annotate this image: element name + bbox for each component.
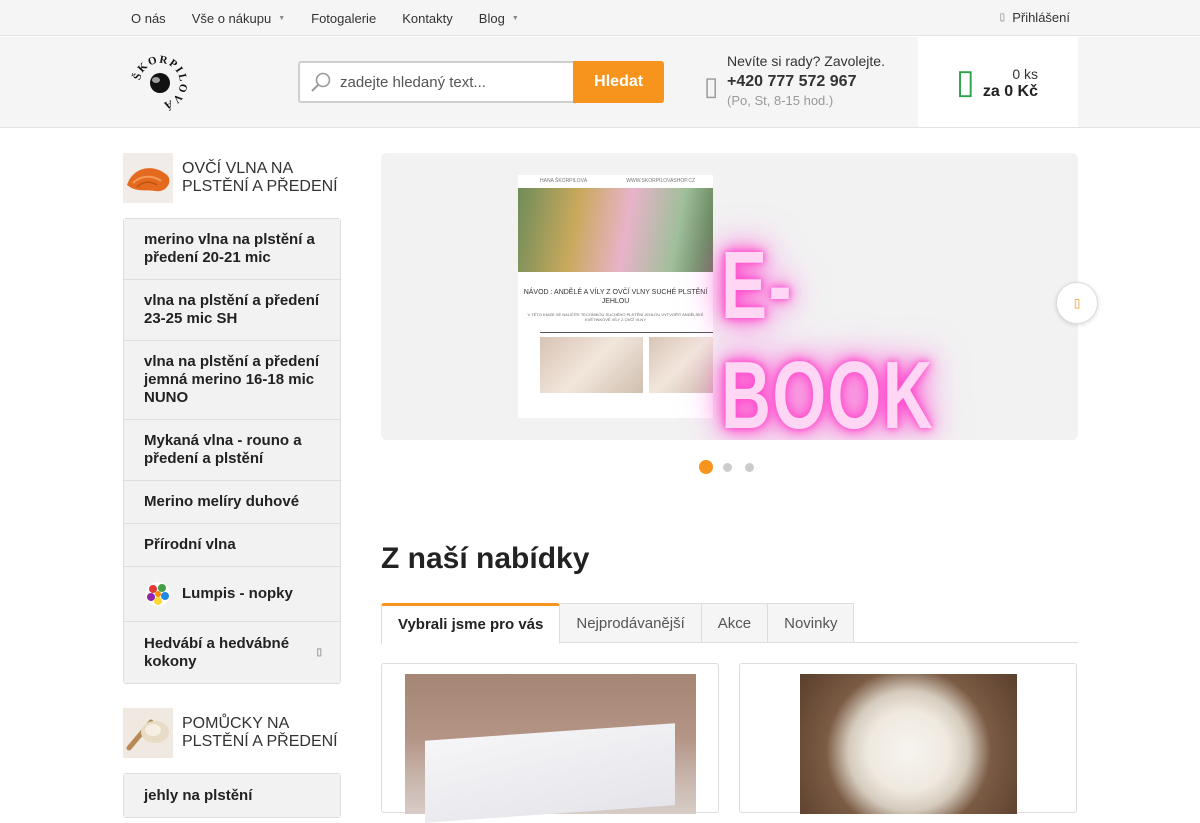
chevron-down-icon: ▼ xyxy=(278,14,286,22)
category-thumbnail xyxy=(123,708,173,758)
product-card[interactable] xyxy=(381,663,719,814)
nav-item-o-nas[interactable]: O nás xyxy=(118,11,179,26)
ebook-cover-header: HANA ŠKORPILOVÁ WWW.SKORPILOVASHOP.CZ xyxy=(518,175,713,186)
tab-nejprodavanejsi[interactable]: Nejprodávanější xyxy=(560,603,702,643)
header: ŠKORPILOVÁ Hledat ▯ Nevíte si rady? Zavo… xyxy=(0,37,1200,128)
nav-item-blog[interactable]: Blog ▼ xyxy=(466,11,532,26)
section-title: Z naší nabídky xyxy=(381,542,590,575)
nav-item-label: Fotogalerie xyxy=(311,10,377,26)
cart-icon: ▯ xyxy=(956,63,975,101)
category-item[interactable]: vlna na plstění a předení jemná merino 1… xyxy=(124,341,340,420)
category-item[interactable]: jehly na plstění xyxy=(124,774,340,817)
search-input[interactable] xyxy=(340,73,560,91)
cart-button[interactable]: ▯ 0 ks za 0 Kč xyxy=(918,37,1078,127)
chevron-right-icon[interactable]: ▯ xyxy=(316,644,322,662)
banner-headline: E-BOOK xyxy=(721,232,935,440)
product-image[interactable] xyxy=(800,674,1017,814)
ebook-cover-photo xyxy=(518,188,713,272)
phone-question: Nevíte si rady? Zavolejte. xyxy=(727,53,885,69)
ebook-cover-subtitle: V TÉTO KNIZE SE NAUČÍTE TECHNIKOU SUCHÉH… xyxy=(527,312,704,322)
nav-item-label: Vše o nákupu xyxy=(191,10,272,26)
category-heading-wool[interactable]: OVČÍ VLNA NA PLSTĚNÍ A PŘEDENÍ xyxy=(123,153,341,203)
nav-item-vse-o-nakupu[interactable]: Vše o nákupu ▼ xyxy=(179,11,298,26)
nav-item-label: Kontakty xyxy=(402,10,453,26)
category-item-label: vlna na plstění a předení 23-25 mic SH xyxy=(144,292,320,327)
category-item[interactable]: Merino melíry duhové xyxy=(124,481,340,524)
slider-next-button[interactable]: ▯ xyxy=(1056,282,1098,324)
category-item-label: merino vlna na plstění a předení 20-21 m… xyxy=(144,231,315,266)
search-form: Hledat xyxy=(298,61,664,103)
nav-item-kontakty[interactable]: Kontakty xyxy=(389,11,466,26)
search-icon xyxy=(311,72,331,92)
slider-dot[interactable] xyxy=(699,460,713,474)
phone-number[interactable]: +420 777 572 967 xyxy=(727,73,885,91)
ebook-cover-title: NÁVOD : ANDĚLÉ A VÍLY Z OVČÍ VLNY SUCHÉ … xyxy=(523,289,708,305)
category-item-label: Lumpis - nopky xyxy=(182,585,293,602)
cart-count: 0 ks xyxy=(1012,66,1038,82)
search-box xyxy=(298,61,574,103)
tab-akce[interactable]: Akce xyxy=(701,603,769,643)
category-item-label: Hedvábí a hedvábné kokony xyxy=(144,634,290,670)
phone-hours: (Po, St, 8-15 hod.) xyxy=(727,93,834,108)
login-link[interactable]: ▯ Přihlášení xyxy=(1000,0,1070,34)
category-item-label: Mykaná vlna - rouno a předení a plstění xyxy=(144,432,302,467)
category-list-tools: jehly na plstění xyxy=(123,773,341,818)
cart-total: za 0 Kč xyxy=(982,83,1038,100)
search-button[interactable]: Hledat xyxy=(573,61,664,103)
ebook-cover: HANA ŠKORPILOVÁ WWW.SKORPILOVASHOP.CZ NÁ… xyxy=(518,175,713,418)
product-card[interactable] xyxy=(739,663,1077,814)
slider-dot[interactable] xyxy=(723,462,732,472)
slider-dot[interactable] xyxy=(745,462,754,472)
nav-item-label: O nás xyxy=(131,10,166,26)
phone-icon: ▯ xyxy=(704,71,719,101)
category-item-label: jehly na plstění xyxy=(144,786,253,804)
ebook-cover-url: WWW.SKORPILOVASHOP.CZ xyxy=(626,178,695,184)
offers-tabs: Vybrali jsme pro vás Nejprodávanější Akc… xyxy=(381,603,1078,644)
top-bar: O nás Vše o nákupu ▼ Fotogalerie Kontakty… xyxy=(0,0,1200,36)
category-item[interactable]: Lumpis - nopky xyxy=(124,567,340,622)
category-heading-tools[interactable]: POMŮCKY NA PLSTĚNÍ A PŘEDENÍ xyxy=(123,708,341,758)
category-thumbnail xyxy=(123,153,173,203)
top-navigation: O nás Vše o nákupu ▼ Fotogalerie Kontakty… xyxy=(118,0,532,36)
category-item[interactable]: Přírodní vlna xyxy=(124,524,340,567)
tab-vybrali-jsme-pro-vas[interactable]: Vybrali jsme pro vás xyxy=(381,603,561,644)
category-title: POMŮCKY NA PLSTĚNÍ A PŘEDENÍ xyxy=(182,715,338,750)
slider-dots xyxy=(699,460,767,474)
category-title: OVČÍ VLNA NA PLSTĚNÍ A PŘEDENÍ xyxy=(182,160,338,195)
nav-item-fotogalerie[interactable]: Fotogalerie xyxy=(298,11,389,26)
category-list-wool: merino vlna na plstění a předení 20-21 m… xyxy=(123,218,341,684)
category-item-label: Přírodní vlna xyxy=(144,536,236,553)
chevron-down-icon: ▼ xyxy=(511,14,519,22)
user-icon: ▯ xyxy=(999,11,1006,23)
nav-item-label: Blog xyxy=(478,10,505,26)
product-image[interactable] xyxy=(405,674,696,814)
category-item[interactable]: Hedvábí a hedvábné kokony ▯ xyxy=(124,622,340,683)
category-item-thumbnail xyxy=(146,582,170,606)
category-item[interactable]: Mykaná vlna - rouno a předení a plstění xyxy=(124,420,340,481)
ebook-cover-pictures xyxy=(518,333,713,393)
phone-contact: Nevíte si rady? Zavolejte. +420 777 572 … xyxy=(727,53,885,108)
chevron-right-icon: ▯ xyxy=(1073,296,1081,310)
category-item[interactable]: merino vlna na plstění a předení 20-21 m… xyxy=(124,219,340,280)
ebook-cover-author: HANA ŠKORPILOVÁ xyxy=(540,178,588,184)
login-label: Přihlášení xyxy=(1012,9,1070,25)
category-item-label: Merino melíry duhové xyxy=(144,493,300,510)
tab-novinky[interactable]: Novinky xyxy=(768,603,855,643)
logo[interactable]: ŠKORPILOVÁ xyxy=(130,53,190,113)
logo-image: ŠKORPILOVÁ xyxy=(130,54,188,112)
category-item[interactable]: vlna na plstění a předení 23-25 mic SH xyxy=(124,280,340,341)
banner-slider[interactable]: HANA ŠKORPILOVÁ WWW.SKORPILOVASHOP.CZ NÁ… xyxy=(381,153,1078,440)
category-item-label: vlna na plstění a předení jemná merino 1… xyxy=(144,353,320,406)
